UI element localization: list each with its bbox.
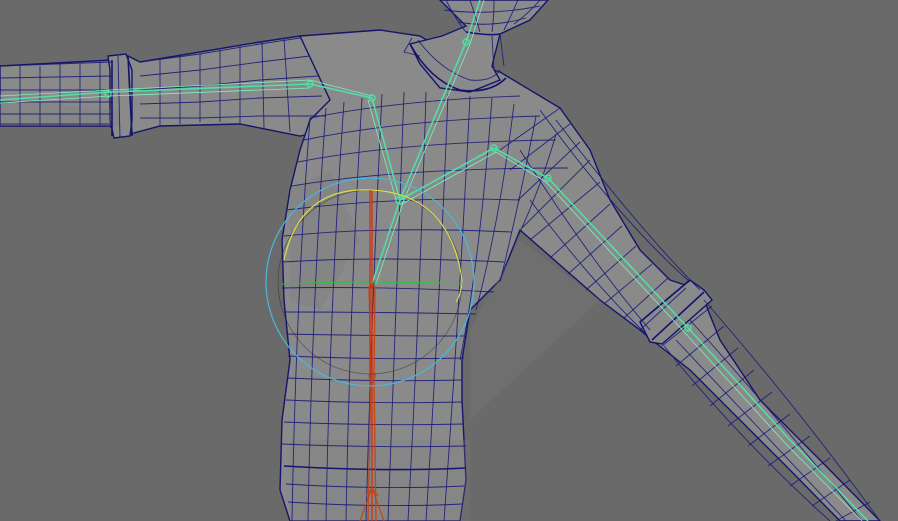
- scene-canvas[interactable]: [0, 0, 898, 521]
- character-mesh[interactable]: [0, 0, 881, 521]
- manipulator-center[interactable]: [370, 284, 374, 288]
- 3d-viewport[interactable]: [0, 0, 898, 521]
